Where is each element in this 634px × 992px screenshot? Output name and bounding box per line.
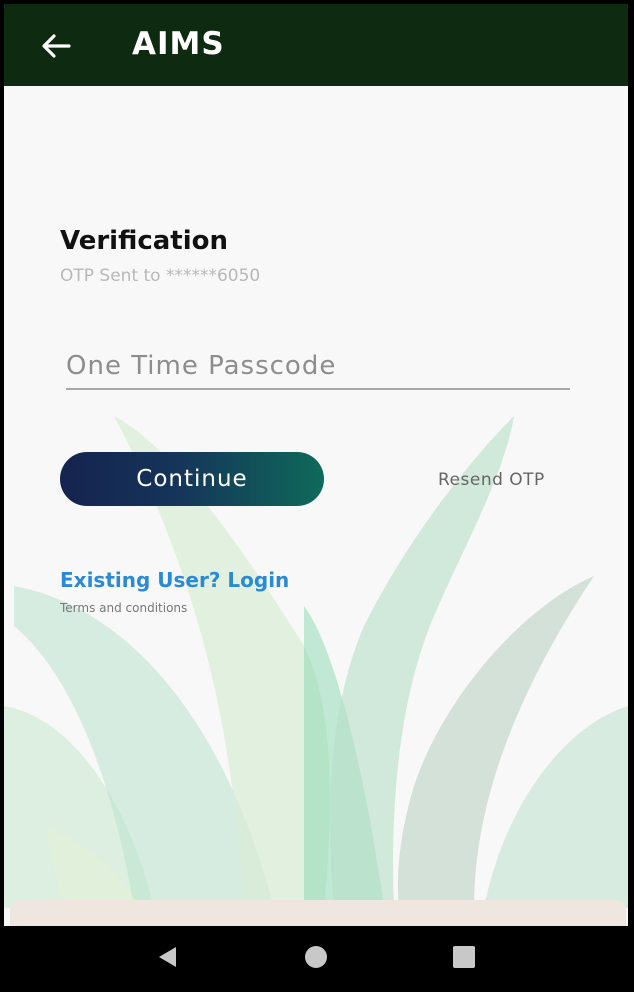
otp-sent-text: OTP Sent to ******6050	[60, 266, 261, 286]
continue-button[interactable]: Continue	[60, 452, 324, 506]
phone-screen: AIMS Verification OTP Sent to ******6050…	[4, 4, 628, 988]
back-button[interactable]	[34, 24, 78, 68]
nav-back-button[interactable]	[148, 937, 188, 977]
nav-recents-button[interactable]	[444, 937, 484, 977]
existing-user-login-link[interactable]: Existing User? Login	[60, 568, 289, 592]
app-title: AIMS	[132, 26, 225, 62]
arrow-left-icon	[42, 34, 71, 58]
system-nav-bar	[4, 926, 628, 988]
resend-otp-link[interactable]: Resend OTP	[438, 470, 545, 490]
terms-link[interactable]: Terms and conditions	[60, 601, 187, 615]
verification-screen: Verification OTP Sent to ******6050 Cont…	[4, 86, 628, 908]
otp-input[interactable]	[66, 344, 570, 390]
nav-home-button[interactable]	[296, 937, 336, 977]
square-recents-icon	[453, 946, 475, 968]
circle-home-icon	[305, 946, 327, 968]
page-title: Verification	[60, 226, 229, 256]
triangle-back-icon	[159, 947, 176, 967]
app-bar: AIMS	[4, 4, 628, 86]
